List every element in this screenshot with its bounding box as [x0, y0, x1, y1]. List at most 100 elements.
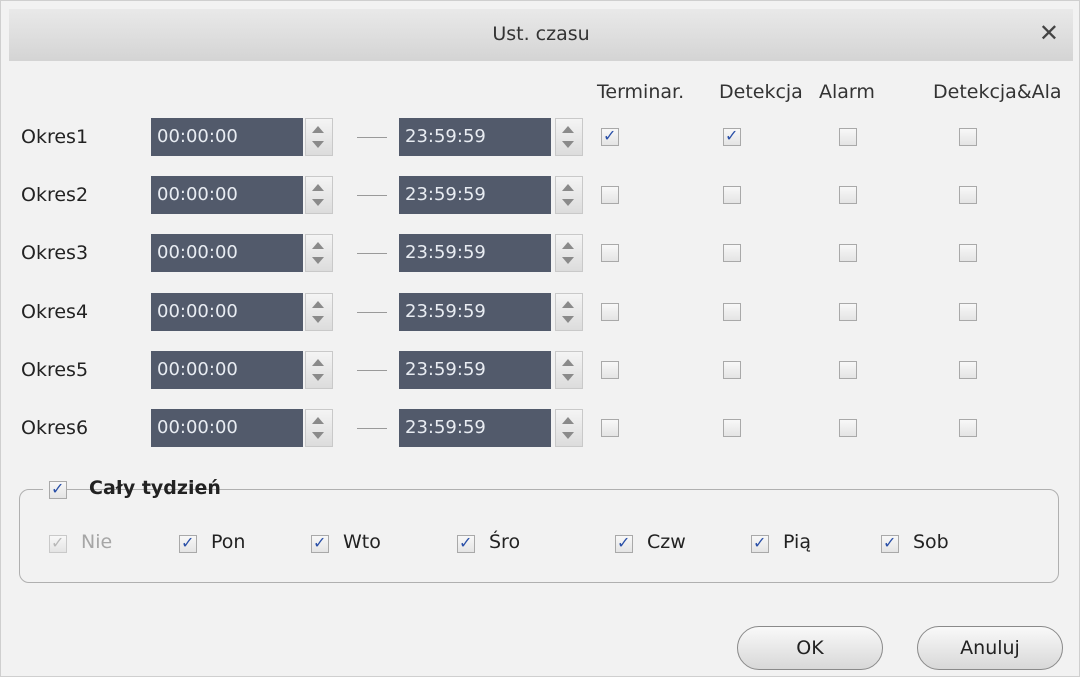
spin-down-icon[interactable] — [312, 199, 324, 206]
spin-up-icon[interactable] — [562, 301, 574, 308]
end-time-spinner[interactable] — [555, 234, 583, 272]
checkbox-terminar[interactable] — [601, 419, 619, 437]
day-checkbox[interactable] — [179, 533, 197, 553]
spin-up-icon[interactable] — [562, 359, 574, 366]
spin-up-icon[interactable] — [562, 126, 574, 133]
checkbox-terminar[interactable] — [601, 361, 619, 379]
checkbox-detekcja[interactable] — [723, 186, 741, 204]
checkbox-detekcja-alarm[interactable] — [959, 244, 977, 262]
checkbox-terminar[interactable] — [601, 303, 619, 321]
spin-up-icon[interactable] — [312, 417, 324, 424]
spin-down-icon[interactable] — [562, 141, 574, 148]
end-time-field[interactable]: 23:59:59 — [399, 176, 551, 214]
end-time-field[interactable]: 23:59:59 — [399, 293, 551, 331]
week-group-legend: Cały tydzień — [43, 477, 221, 503]
range-separator — [357, 370, 387, 371]
spin-up-icon[interactable] — [312, 359, 324, 366]
checkbox-detekcja[interactable] — [723, 244, 741, 262]
spin-down-icon[interactable] — [312, 374, 324, 381]
title-bar[interactable]: Ust. czasu ✕ — [9, 9, 1073, 61]
end-time-spinner[interactable] — [555, 176, 583, 214]
day-label: Pon — [211, 531, 246, 553]
range-separator — [357, 312, 387, 313]
checkbox-terminar[interactable] — [601, 186, 619, 204]
start-time-spinner[interactable] — [305, 409, 333, 447]
end-time-field[interactable]: 23:59:59 — [399, 409, 551, 447]
checkbox-detekcja-alarm[interactable] — [959, 186, 977, 204]
time-settings-dialog: Ust. czasu ✕ Terminar. Detekcja Alarm De… — [0, 0, 1080, 677]
checkbox-alarm[interactable] — [839, 244, 857, 262]
start-time-field[interactable]: 00:00:00 — [151, 351, 303, 389]
spin-up-icon[interactable] — [312, 242, 324, 249]
spin-down-icon[interactable] — [312, 141, 324, 148]
whole-week-checkbox[interactable] — [49, 479, 67, 499]
spin-down-icon[interactable] — [562, 316, 574, 323]
end-time-field[interactable]: 23:59:59 — [399, 118, 551, 156]
start-time-spinner[interactable] — [305, 293, 333, 331]
spin-up-icon[interactable] — [312, 126, 324, 133]
end-time-spinner[interactable] — [555, 118, 583, 156]
end-time-field[interactable]: 23:59:59 — [399, 234, 551, 272]
start-time-field[interactable]: 00:00:00 — [151, 118, 303, 156]
day-checkbox[interactable] — [457, 533, 475, 553]
range-separator — [357, 428, 387, 429]
day-checkbox[interactable] — [615, 533, 633, 553]
spin-down-icon[interactable] — [312, 257, 324, 264]
spin-down-icon[interactable] — [312, 316, 324, 323]
start-time-field[interactable]: 00:00:00 — [151, 293, 303, 331]
checkbox-detekcja[interactable] — [723, 361, 741, 379]
checkbox-detekcja[interactable] — [723, 303, 741, 321]
day-label: Śro — [489, 531, 521, 553]
period-label: Okres5 — [21, 359, 89, 381]
checkbox-terminar[interactable] — [601, 126, 619, 146]
checkbox-alarm[interactable] — [839, 303, 857, 321]
checkbox-detekcja-alarm[interactable] — [959, 361, 977, 379]
day-checkbox[interactable] — [881, 533, 899, 553]
spin-down-icon[interactable] — [562, 374, 574, 381]
checkbox-alarm[interactable] — [839, 128, 857, 146]
whole-week-label: Cały tydzień — [89, 477, 221, 499]
column-header-terminar: Terminar. — [597, 81, 685, 103]
day-label: Czw — [647, 531, 686, 553]
spin-up-icon[interactable] — [312, 301, 324, 308]
ok-button[interactable]: OK — [737, 626, 883, 670]
start-time-field[interactable]: 00:00:00 — [151, 176, 303, 214]
spin-down-icon[interactable] — [562, 257, 574, 264]
day-checkbox[interactable] — [751, 533, 769, 553]
end-time-spinner[interactable] — [555, 409, 583, 447]
checkbox-alarm[interactable] — [839, 361, 857, 379]
end-time-spinner[interactable] — [555, 293, 583, 331]
period-label: Okres3 — [21, 242, 89, 264]
start-time-spinner[interactable] — [305, 234, 333, 272]
start-time-spinner[interactable] — [305, 118, 333, 156]
spin-up-icon[interactable] — [562, 184, 574, 191]
start-time-field[interactable]: 00:00:00 — [151, 409, 303, 447]
spin-down-icon[interactable] — [562, 199, 574, 206]
checkbox-detekcja[interactable] — [723, 419, 741, 437]
checkbox-terminar[interactable] — [601, 244, 619, 262]
start-time-spinner[interactable] — [305, 176, 333, 214]
spin-down-icon[interactable] — [562, 432, 574, 439]
day-checkbox[interactable] — [311, 533, 329, 553]
checkbox-detekcja-alarm[interactable] — [959, 128, 977, 146]
start-time-field[interactable]: 00:00:00 — [151, 234, 303, 272]
cancel-button[interactable]: Anuluj — [917, 626, 1063, 670]
day-label: Pią — [783, 531, 811, 553]
checkbox-alarm[interactable] — [839, 186, 857, 204]
end-time-spinner[interactable] — [555, 351, 583, 389]
week-group — [19, 489, 1059, 583]
checkbox-detekcja[interactable] — [723, 126, 741, 146]
end-time-field[interactable]: 23:59:59 — [399, 351, 551, 389]
spin-up-icon[interactable] — [562, 417, 574, 424]
spin-up-icon[interactable] — [312, 184, 324, 191]
day-label: Sob — [913, 531, 949, 553]
checkbox-detekcja-alarm[interactable] — [959, 419, 977, 437]
day-checkbox — [49, 533, 67, 553]
start-time-spinner[interactable] — [305, 351, 333, 389]
spin-down-icon[interactable] — [312, 432, 324, 439]
close-icon[interactable]: ✕ — [1039, 19, 1059, 47]
column-header-detekcja-alarm: Detekcja&Ala — [933, 81, 1062, 103]
checkbox-alarm[interactable] — [839, 419, 857, 437]
checkbox-detekcja-alarm[interactable] — [959, 303, 977, 321]
spin-up-icon[interactable] — [562, 242, 574, 249]
